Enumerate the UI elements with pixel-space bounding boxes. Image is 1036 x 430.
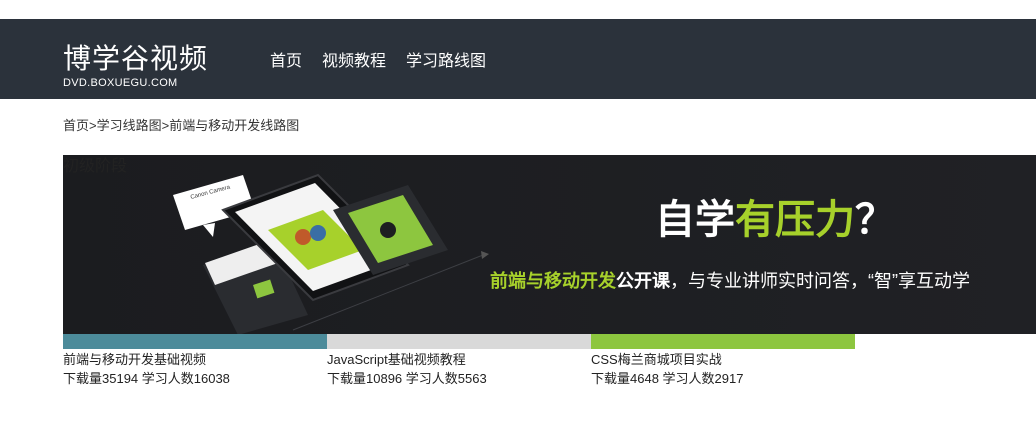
course-title: 前端与移动开发基础视频 (63, 352, 207, 367)
site-header: 博学谷视频 DVD.BOXUEGU.COM 首页 视频教程 学习路线图 (0, 19, 1036, 99)
headline-highlight: 有压力 (735, 198, 855, 242)
course-color-bars (63, 334, 855, 349)
stage-label: 初级阶段 (63, 158, 128, 175)
course-stats: 下载量4648 学习人数2917 (591, 371, 744, 386)
course-stats: 下载量35194 学习人数16038 (63, 371, 230, 386)
headline-suffix: ？ (855, 198, 895, 242)
course-title: CSS梅兰商城项目实战 (591, 352, 722, 367)
headline-prefix: 自学 (655, 198, 735, 242)
breadcrumb-separator: > (89, 118, 97, 133)
course-list: 前端与移动开发基础视频 下载量35194 学习人数16038 JavaScrip… (63, 350, 863, 388)
promo-banner[interactable]: Canon Camera 自学有压力？ 前端与移动开发公开课，与专业讲师实时问答… (63, 155, 1036, 334)
course-bar-1 (63, 334, 327, 349)
course-bar-3 (591, 334, 855, 349)
breadcrumb-current: 前端与移动开发线路图 (169, 118, 300, 133)
banner-subline: 前端与移动开发公开课，与专业讲师实时问答，“智”享互动学 (490, 268, 970, 294)
course-bar-2 (327, 334, 591, 349)
logo-title: 博学谷视频 (63, 43, 209, 74)
course-stats: 下载量10896 学习人数5563 (327, 371, 487, 386)
course-item[interactable]: 前端与移动开发基础视频 下载量35194 学习人数16038 (63, 350, 327, 388)
course-item[interactable]: JavaScript基础视频教程 下载量10896 学习人数5563 (327, 350, 591, 388)
logo-subtitle: DVD.BOXUEGU.COM (63, 77, 178, 89)
nav-item-video-tutorials[interactable]: 视频教程 (322, 52, 386, 72)
breadcrumb: 首页>学习线路图>前端与移动开发线路图 (63, 118, 299, 134)
breadcrumb-home[interactable]: 首页 (63, 118, 89, 133)
nav-item-learning-roadmap[interactable]: 学习路线图 (406, 52, 486, 72)
stage-section: Canon Camera 自学有压力？ 前端与移动开发公开课，与专业讲师实时问答… (63, 155, 1036, 349)
course-item[interactable]: CSS梅兰商城项目实战 下载量4648 学习人数2917 (591, 350, 855, 388)
main-nav: 首页 视频教程 学习路线图 (270, 52, 486, 72)
subline-rest: ，与专业讲师实时问答，“智”享互动学 (670, 271, 970, 291)
breadcrumb-roadmap[interactable]: 学习线路图 (97, 118, 162, 133)
site-logo[interactable]: 博学谷视频 DVD.BOXUEGU.COM (63, 43, 208, 89)
banner-headline: 自学有压力？ (655, 195, 895, 245)
nav-item-home[interactable]: 首页 (270, 52, 302, 72)
subline-topic: 前端与移动开发 (490, 271, 616, 291)
subline-course: 公开课 (616, 271, 670, 291)
course-title: JavaScript基础视频教程 (327, 352, 466, 367)
